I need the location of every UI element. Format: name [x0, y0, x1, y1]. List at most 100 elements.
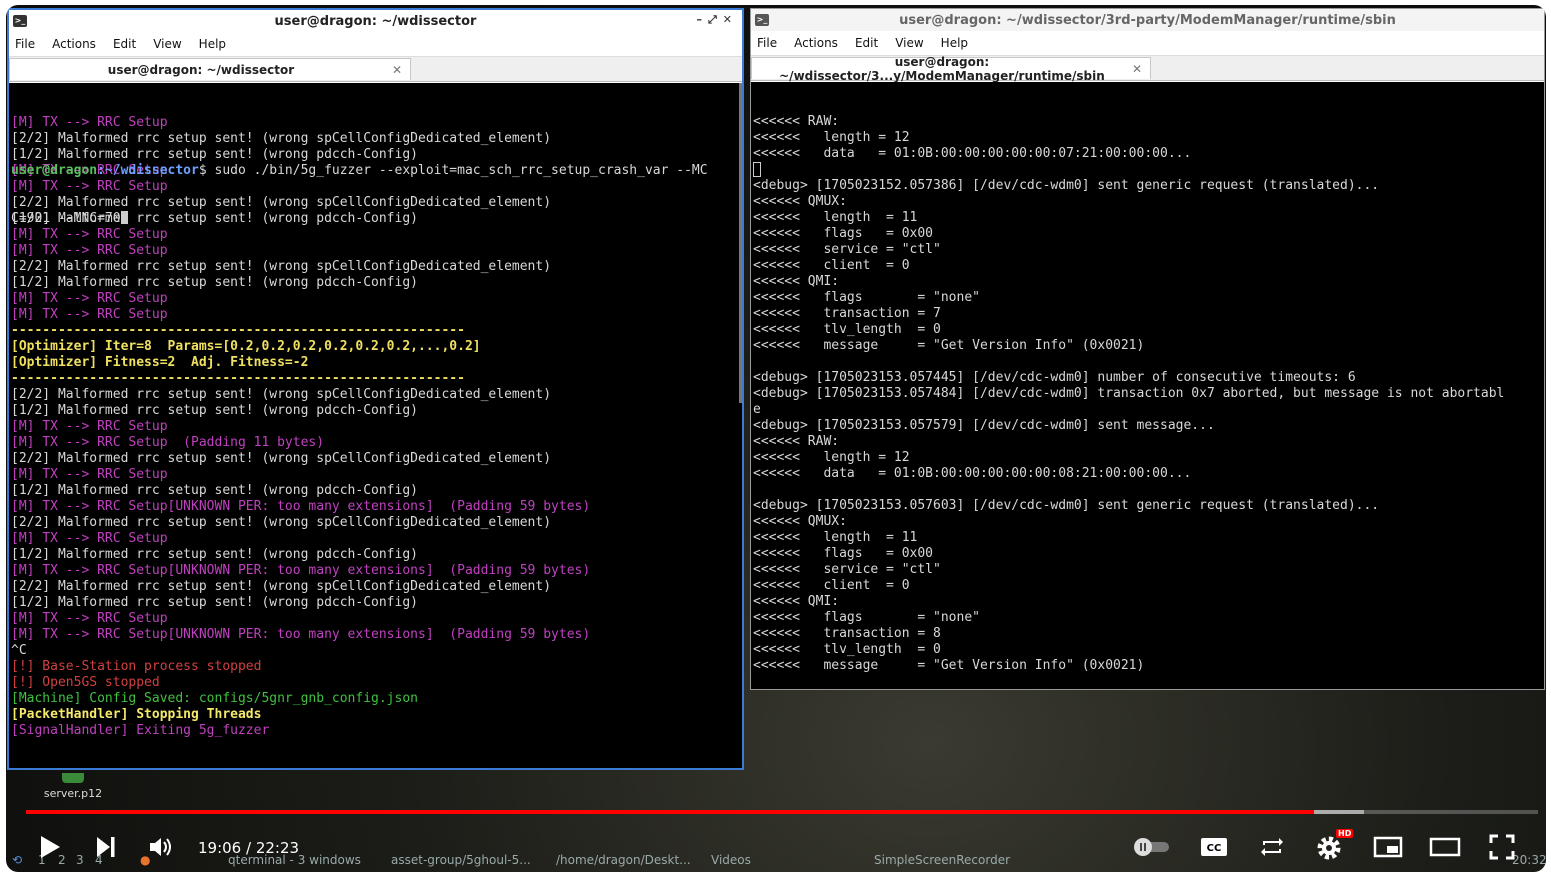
next-icon: [97, 837, 115, 857]
menu-file[interactable]: File: [15, 37, 35, 51]
minimize-icon[interactable]: –: [696, 13, 708, 26]
certificate-icon: [62, 773, 84, 783]
loop-icon: [1261, 838, 1283, 856]
captions-button[interactable]: CC: [1198, 831, 1230, 863]
left-window-titlebar[interactable]: >_ user@dragon: ~/wdissector –⤢✕: [9, 10, 742, 32]
right-window-titlebar[interactable]: >_ user@dragon: ~/wdissector/3rd-party/M…: [751, 9, 1544, 31]
close-icon[interactable]: ✕: [723, 13, 738, 26]
fullscreen-icon: [1489, 834, 1515, 860]
menu-help[interactable]: Help: [941, 36, 968, 50]
terminal-line: <<<<<< length = 12: [753, 130, 910, 145]
terminal-line: <<<<<< QMI:: [753, 594, 840, 609]
terminal-line: <<<<<< RAW:: [753, 434, 840, 449]
right-window-title: user@dragon: ~/wdissector/3rd-party/Mode…: [899, 12, 1396, 28]
terminal-line: <<<<<< tlv_length = 0: [753, 322, 941, 337]
terminal-line: [1/2] Malformed rrc setup sent! (wrong p…: [11, 483, 418, 498]
menu-edit[interactable]: Edit: [855, 36, 878, 50]
terminal-line: [M] TX --> RRC Setup: [11, 227, 168, 242]
terminal-line: [!] Open5GS stopped: [11, 675, 160, 690]
video-progress-bar[interactable]: [26, 810, 1538, 814]
terminal-line: [2/2] Malformed rrc setup sent! (wrong s…: [11, 195, 552, 210]
video-frame: >_ user@dragon: ~/wdissector –⤢✕ File Ac…: [6, 5, 1546, 872]
progress-played: [26, 810, 1315, 814]
right-tab-label: user@dragon: ~/wdissector/3...y/ModemMan…: [779, 54, 1105, 83]
right-terminal-lines: <<<<<< RAW: <<<<<< length = 12 <<<<<< data…: [753, 114, 1544, 673]
menu-view[interactable]: View: [895, 36, 923, 50]
menu-help[interactable]: Help: [199, 37, 226, 51]
right-tabbar: user@dragon: ~/wdissector/3...y/ModemMan…: [751, 55, 1544, 83]
terminal-line: [1/2] Malformed rrc setup sent! (wrong p…: [11, 147, 418, 162]
left-terminal-output[interactable]: [M] TX --> RRC Setup [2/2] Malformed rrc …: [9, 83, 742, 768]
terminal-line: [M] TX --> RRC Setup: [11, 531, 168, 546]
video-time: 19:06 / 22:23: [198, 839, 300, 857]
text-cursor: [120, 211, 128, 224]
volume-button[interactable]: [146, 831, 178, 863]
settings-button[interactable]: HD: [1312, 829, 1354, 863]
terminal-line: [M] TX --> RRC Setup: [11, 419, 168, 434]
terminal-line: [2/2] Malformed rrc setup sent! (wrong s…: [11, 131, 552, 146]
terminal-line: [2/2] Malformed rrc setup sent! (wrong s…: [11, 259, 552, 274]
terminal-line: <debug> [1705023153.057484] [/dev/cdc-wd…: [753, 386, 1505, 401]
terminal-line: <<<<<< flags = "none": [753, 290, 980, 305]
play-button[interactable]: [34, 831, 66, 863]
terminal-line: <<<<<< client = 0: [753, 578, 910, 593]
prompt-line[interactable]: user@dragon:~/wdissector$ sudo ./bin/5g_…: [11, 163, 742, 179]
menu-edit[interactable]: Edit: [113, 37, 136, 51]
menu-actions[interactable]: Actions: [794, 36, 838, 50]
terminal-app-icon: >_: [755, 14, 769, 26]
terminal-line: <<<<<< length = 12: [753, 450, 910, 465]
terminal-line: [M] TX --> RRC Setup[UNKNOWN PER: too ma…: [11, 563, 591, 578]
fullscreen-button[interactable]: [1486, 831, 1518, 863]
terminal-line: <<<<<< length = 11: [753, 210, 918, 225]
terminal-line: [!] Base-Station process stopped: [11, 659, 262, 674]
video-player-controls: 19:06 / 22:23 CC HD: [6, 823, 1546, 871]
left-window-title: user@dragon: ~/wdissector: [274, 13, 477, 29]
loop-button[interactable]: [1256, 831, 1288, 863]
left-terminal-window: >_ user@dragon: ~/wdissector –⤢✕ File Ac…: [7, 8, 744, 770]
right-terminal-output[interactable]: <<<<<< RAW: <<<<<< length = 12 <<<<<< data…: [751, 82, 1544, 689]
terminal-line: ^C: [11, 643, 27, 658]
terminal-line: <<<<<< length = 11: [753, 530, 918, 545]
terminal-line: [1/2] Malformed rrc setup sent! (wrong p…: [11, 403, 418, 418]
menu-actions[interactable]: Actions: [52, 37, 96, 51]
terminal-line: <<<<<< flags = 0x00: [753, 226, 934, 241]
terminal-line: [M] TX --> RRC Setup: [11, 291, 168, 306]
left-terminal-lines: [M] TX --> RRC Setup [2/2] Malformed rrc …: [11, 115, 742, 738]
terminal-line: [M] TX --> RRC Setup: [11, 179, 168, 194]
tab-close-icon[interactable]: ✕: [1132, 62, 1142, 76]
terminal-line: <<<<<< data = 01:0B:00:00:00:00:00:08:21…: [753, 466, 1192, 481]
maximize-icon[interactable]: ⤢: [708, 13, 723, 26]
menu-file[interactable]: File: [757, 36, 777, 50]
menu-view[interactable]: View: [153, 37, 181, 51]
desktop-file-icon[interactable]: server.p12: [41, 773, 105, 800]
terminal-line: <<<<<< message = "Get Version Info" (0x0…: [753, 338, 1145, 353]
terminal-line: [1/2] Malformed rrc setup sent! (wrong p…: [11, 547, 418, 562]
tab-close-icon[interactable]: ✕: [392, 63, 402, 77]
terminal-line: <<<<<< transaction = 7: [753, 306, 941, 321]
left-tab[interactable]: user@dragon: ~/wdissector ✕: [9, 58, 411, 80]
theater-icon: [1429, 837, 1461, 857]
miniplayer-button[interactable]: [1370, 831, 1406, 863]
terminal-line: [M] TX --> RRC Setup: [11, 307, 168, 322]
miniplayer-icon: [1373, 836, 1403, 858]
terminal-line: [Optimizer] Iter=8 Params=[0.2,0.2,0.2,0…: [11, 339, 481, 354]
right-tab[interactable]: user@dragon: ~/wdissector/3...y/ModemMan…: [751, 55, 1151, 83]
terminal-line: [2/2] Malformed rrc setup sent! (wrong s…: [11, 515, 552, 530]
terminal-line: <<<<<< flags = "none": [753, 610, 980, 625]
right-menubar: File Actions Edit View Help: [751, 31, 1544, 55]
right-prompt-line[interactable]: [753, 162, 1544, 178]
prompt-command-cont: C=901 --MNC=70: [11, 211, 121, 226]
autoplay-toggle[interactable]: [1130, 831, 1172, 863]
terminal-line: [2/2] Malformed rrc setup sent! (wrong s…: [11, 387, 552, 402]
right-terminal-window: >_ user@dragon: ~/wdissector/3rd-party/M…: [750, 8, 1545, 690]
theater-mode-button[interactable]: [1427, 831, 1463, 863]
window-controls[interactable]: –⤢✕: [696, 13, 738, 27]
next-button[interactable]: [90, 831, 122, 863]
terminal-line: <<<<<< QMUX:: [753, 194, 847, 209]
terminal-line: [M] TX --> RRC Setup: [11, 611, 168, 626]
terminal-line: ----------------------------------------…: [11, 323, 465, 338]
left-scrollbar[interactable]: [739, 83, 742, 403]
terminal-line: [2/2] Malformed rrc setup sent! (wrong s…: [11, 579, 552, 594]
